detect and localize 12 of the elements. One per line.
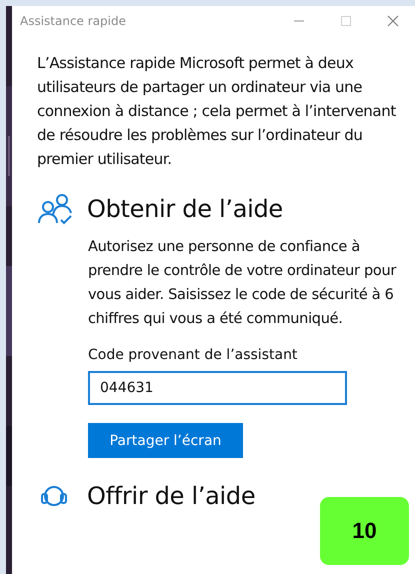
window-title: Assistance rapide	[20, 14, 127, 28]
section-description: Autorisez une personne de confiance à prendre le contrôle de votre ordinateur pour vous aider. Saisissez le code de sécurité à 6 chiffres qui vous a été communiqué.	[88, 238, 398, 329]
share-screen-button[interactable]: Partager l’écran	[88, 423, 243, 458]
field-label: Code provenant de l’assistant	[88, 347, 298, 363]
section-heading: Obtenir de l’aide	[87, 195, 283, 223]
close-icon[interactable]	[387, 15, 399, 27]
maximize-icon[interactable]	[340, 15, 352, 27]
section-heading: Offrir de l’aide	[87, 482, 256, 510]
code-field[interactable]: 044631	[88, 371, 347, 405]
intro-text: L’Assistance rapide Microsoft permet à deux utilisateurs de partager un ordinateur via une connexion à distance ; cela permet à l’intervenant de résoudre les problèmes sur l’ordinateur du premier utilisateur.	[37, 53, 397, 170]
people-check-icon	[37, 193, 75, 225]
number-badge: 10	[320, 497, 409, 565]
